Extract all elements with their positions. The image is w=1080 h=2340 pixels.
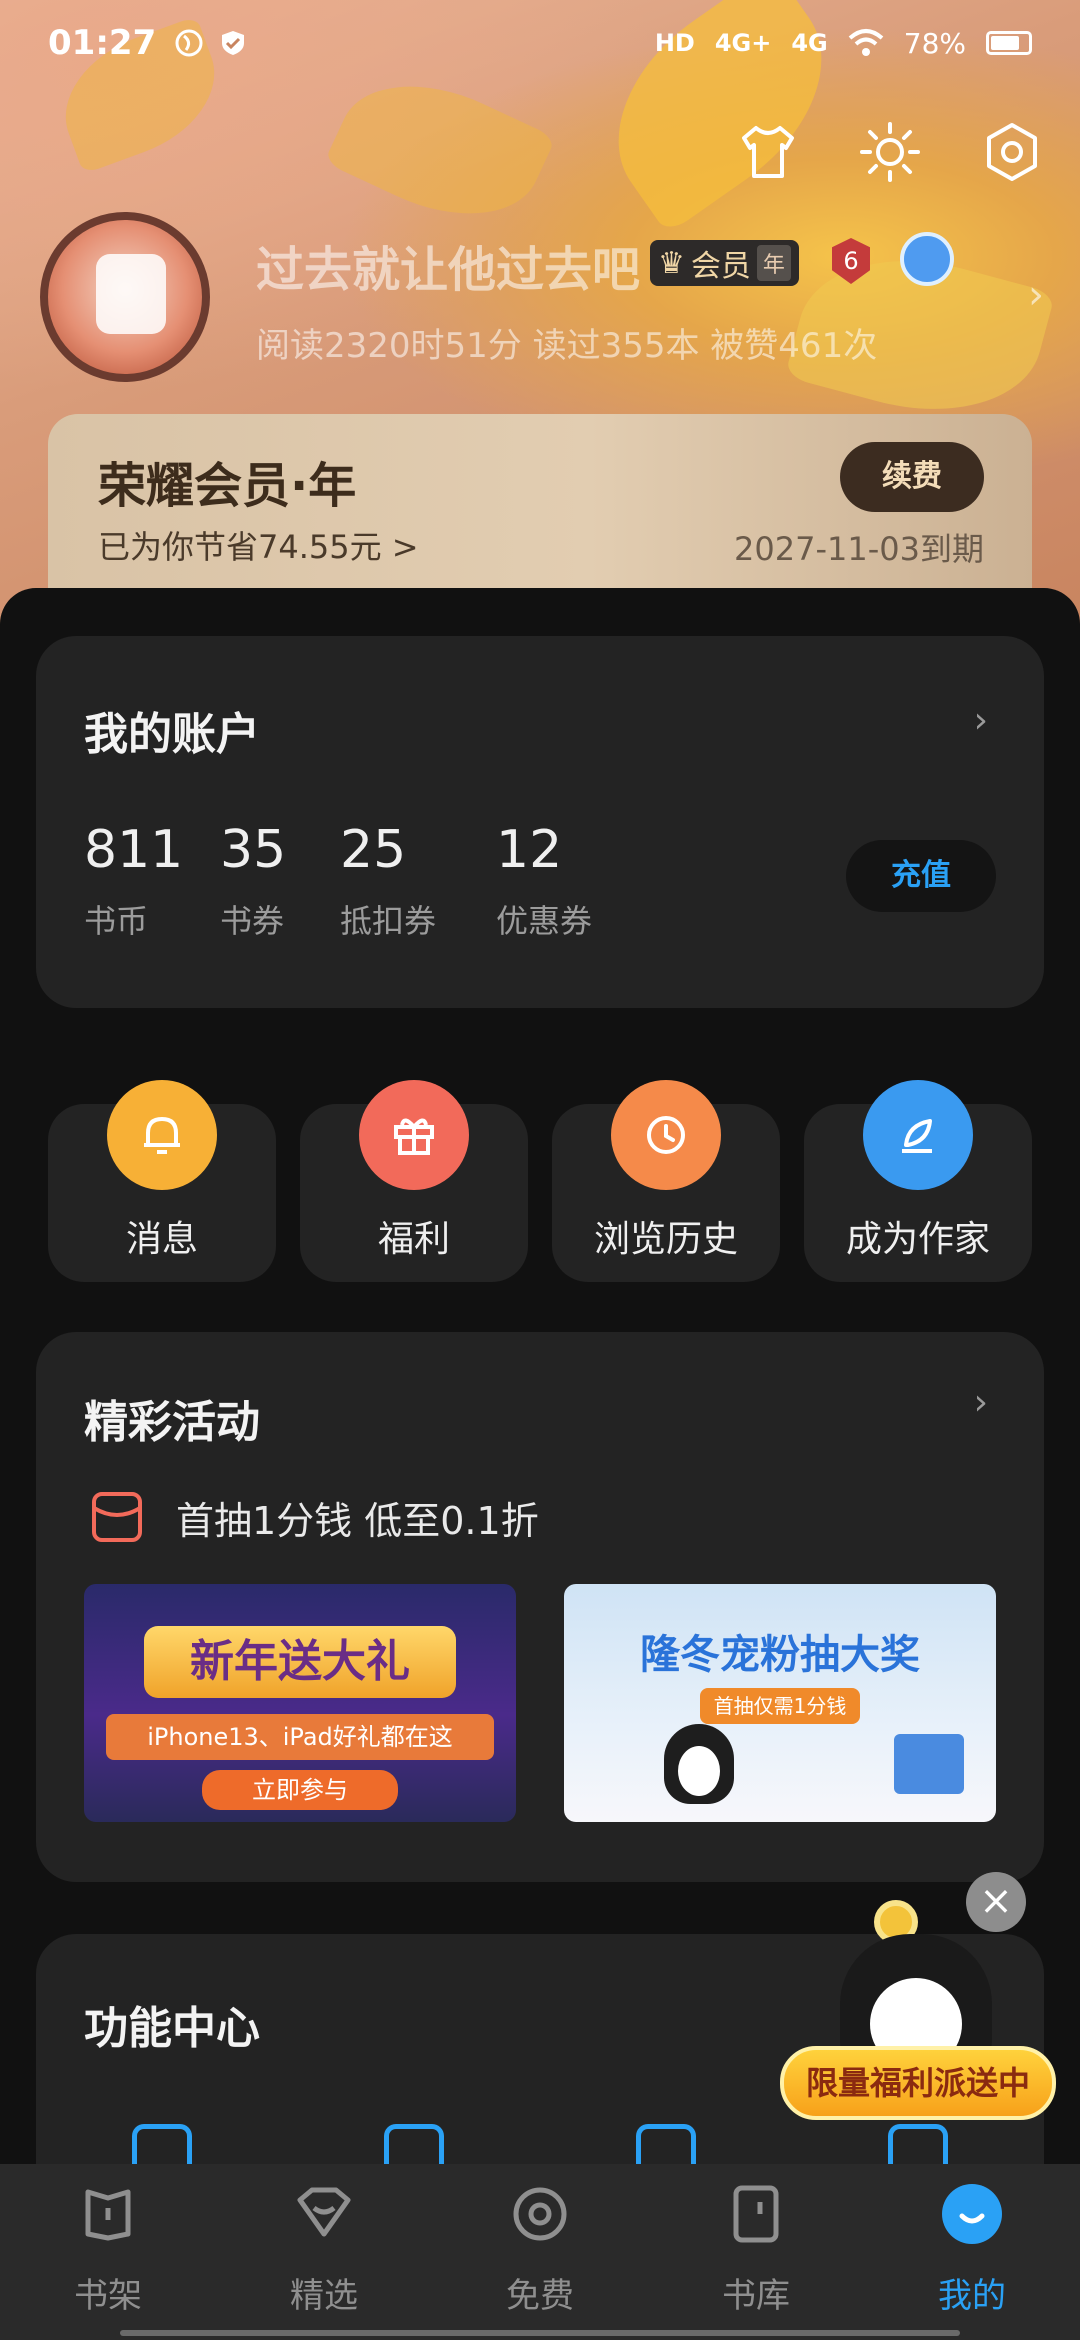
battery-icon xyxy=(986,31,1032,55)
coins-label: 书币 xyxy=(84,902,149,940)
shield-check-icon xyxy=(222,31,245,55)
nav-library[interactable]: 书库 xyxy=(648,2164,864,2340)
tile-messages[interactable]: 消息 xyxy=(48,1080,276,1282)
account-title: 我的账户 xyxy=(84,709,260,760)
target-icon xyxy=(513,2187,567,2241)
hd-indicator: HD xyxy=(654,29,695,57)
header-actions xyxy=(736,120,1044,184)
status-bar: 01:27 HD 4G+ 4G 78% xyxy=(0,0,1080,86)
account-item-deduction[interactable]: 25 抵扣券 xyxy=(340,820,436,942)
nav-bookshelf-label: 书架 xyxy=(74,2276,142,2316)
function-icon[interactable] xyxy=(384,2124,444,2164)
banner-new-year[interactable]: 新年送大礼 iPhone13、iPad好礼都在这 立即参与 xyxy=(84,1584,516,1822)
wifi-icon xyxy=(848,29,884,56)
banner-winter-subtitle: 首抽仅需1分钱 xyxy=(700,1688,860,1724)
gift-box-illustration xyxy=(894,1734,964,1794)
chevron-right-icon[interactable]: › xyxy=(974,700,988,741)
bell-icon xyxy=(107,1080,217,1190)
vouchers-label: 书券 xyxy=(220,902,285,940)
function-center-title: 功能中心 xyxy=(84,2003,260,2054)
vip-label: 会员 xyxy=(690,249,751,284)
coupons-label: 优惠券 xyxy=(496,902,593,940)
vip-term: 年 xyxy=(756,245,791,281)
bottom-nav: 书架 精选 免费 书库 我的 xyxy=(0,2164,1080,2340)
chevron-right-icon[interactable]: › xyxy=(974,1382,988,1423)
close-icon[interactable]: × xyxy=(966,1872,1026,1932)
coupons-value: 12 xyxy=(496,820,563,880)
settings-icon[interactable] xyxy=(980,120,1044,184)
signal-4g-plus: 4G+ xyxy=(714,29,772,57)
nav-profile-label: 我的 xyxy=(938,2276,1006,2316)
banner-new-year-subtitle: iPhone13、iPad好礼都在这 xyxy=(106,1714,494,1760)
bookshelf-icon xyxy=(85,2189,131,2241)
tshirt-icon[interactable] xyxy=(736,120,800,184)
tile-messages-label: 消息 xyxy=(125,1219,198,1260)
nav-profile[interactable]: 我的 xyxy=(864,2164,1080,2340)
renew-button[interactable]: 续费 xyxy=(840,442,984,512)
globe-icon xyxy=(175,29,203,57)
promo-row[interactable]: 首抽1分钱 低至0.1折 xyxy=(88,1488,539,1546)
function-icon[interactable] xyxy=(132,2124,192,2164)
vip-badge[interactable]: ♛ 会员 年 xyxy=(650,240,799,286)
tile-become-writer-label: 成为作家 xyxy=(845,1219,990,1260)
penguin-illustration xyxy=(664,1724,734,1804)
status-app-icons xyxy=(174,28,248,58)
vouchers-value: 35 xyxy=(220,820,287,880)
membership-savings[interactable]: 已为你节省74.55元 > xyxy=(98,522,419,568)
pen-icon xyxy=(863,1080,973,1190)
status-right-icons: HD 4G+ 4G 78% xyxy=(655,27,1032,60)
clock-icon xyxy=(611,1080,721,1190)
banner-winter-title: 隆冬宠粉抽大奖 xyxy=(640,1632,920,1678)
fan-badge-icon[interactable] xyxy=(900,232,954,286)
status-time: 01:27 xyxy=(48,23,157,63)
chevron-right-icon[interactable]: › xyxy=(1028,272,1044,318)
function-icon[interactable] xyxy=(888,2124,948,2164)
battery-percent: 78% xyxy=(903,26,966,60)
book-icon xyxy=(733,2185,779,2243)
banner-winter-draw[interactable]: 隆冬宠粉抽大奖 首抽仅需1分钱 xyxy=(564,1584,996,1822)
tile-history[interactable]: 浏览历史 xyxy=(552,1080,780,1282)
avatar[interactable] xyxy=(40,212,210,382)
floating-promo-label[interactable]: 限量福利派送中 xyxy=(780,2046,1056,2120)
deduction-label: 抵扣券 xyxy=(340,902,437,940)
tile-become-writer[interactable]: 成为作家 xyxy=(804,1080,1032,1282)
tile-benefits[interactable]: 福利 xyxy=(300,1080,528,1282)
heart-chat-icon xyxy=(297,2187,351,2237)
tile-benefits-label: 福利 xyxy=(377,1219,450,1260)
membership-expire: 2027-11-03到期 xyxy=(734,530,984,568)
red-envelope-icon xyxy=(92,1492,142,1542)
tile-history-label: 浏览历史 xyxy=(593,1219,738,1260)
function-icon[interactable] xyxy=(636,2124,696,2164)
username[interactable]: 过去就让他过去吧 xyxy=(256,230,640,300)
activities-title: 精彩活动 xyxy=(84,1397,260,1448)
account-item-vouchers[interactable]: 35 书券 xyxy=(220,820,286,942)
signal-4g: 4G xyxy=(791,29,828,57)
profile-icon xyxy=(942,2184,1002,2244)
nav-free-label: 免费 xyxy=(506,2276,574,2316)
banner-new-year-button[interactable]: 立即参与 xyxy=(202,1770,398,1810)
crown-icon: ♛ xyxy=(658,245,685,281)
coins-value: 811 xyxy=(84,820,184,880)
reading-stats: 阅读2320时51分 读过355本 被赞461次 xyxy=(256,326,878,366)
nav-free[interactable]: 免费 xyxy=(432,2164,648,2340)
nav-library-label: 书库 xyxy=(722,2276,790,2316)
promo-text: 首抽1分钱 低至0.1折 xyxy=(176,1498,539,1543)
recharge-button[interactable]: 充值 xyxy=(846,840,996,912)
sun-icon[interactable] xyxy=(858,120,922,184)
nav-featured-label: 精选 xyxy=(290,2276,358,2316)
deduction-value: 25 xyxy=(340,820,407,880)
home-indicator[interactable] xyxy=(120,2330,960,2336)
banner-new-year-title: 新年送大礼 xyxy=(144,1626,456,1698)
nav-bookshelf[interactable]: 书架 xyxy=(0,2164,216,2340)
membership-title: 荣耀会员·年 xyxy=(98,458,357,514)
account-item-coins[interactable]: 811 书币 xyxy=(84,820,183,942)
membership-card[interactable]: 荣耀会员·年 已为你节省74.55元 > 续费 2027-11-03到期 xyxy=(48,414,1032,600)
gift-icon xyxy=(359,1080,469,1190)
nav-featured[interactable]: 精选 xyxy=(216,2164,432,2340)
account-item-coupons[interactable]: 12 优惠券 xyxy=(496,820,592,942)
